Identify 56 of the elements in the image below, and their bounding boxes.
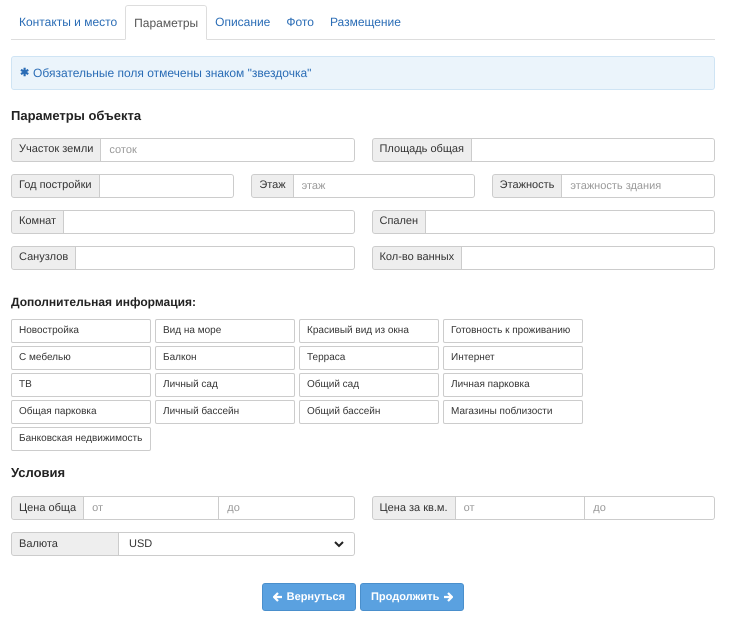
field-label: Участок земли (11, 138, 102, 162)
input-field[interactable]: этаж (294, 174, 475, 198)
input-field[interactable]: этажность здания (562, 174, 715, 198)
field-label: Цена за кв.м. (372, 496, 456, 520)
section-heading: Параметры объекта (11, 107, 142, 125)
input-field[interactable]: соток (101, 138, 354, 162)
option-toggle[interactable]: Личная парковка (443, 372, 583, 396)
input-field[interactable] (426, 210, 715, 234)
input-field[interactable]: от (456, 496, 586, 520)
option-toggle[interactable]: Общая парковка (11, 400, 151, 424)
option-toggle[interactable]: Банковская недвижимость (11, 426, 151, 450)
option-toggle[interactable]: Новостройка (11, 318, 151, 342)
input-field[interactable]: до (585, 496, 715, 520)
option-toggle[interactable]: Терраса (299, 346, 439, 370)
option-toggle[interactable]: Вид на море (155, 318, 295, 342)
option-toggle[interactable]: С мебелью (11, 346, 151, 370)
option-toggle[interactable]: Личный бассейн (155, 400, 295, 424)
input-field[interactable] (76, 246, 354, 270)
field-label: Площадь общая (372, 138, 472, 162)
field-label: Комнат (11, 210, 64, 234)
option-toggle[interactable]: Общий сад (299, 372, 439, 396)
notice-text: Обязательные поля отмечены знаком "звездочка" (33, 65, 312, 82)
section-heading: Дополнительная информация: (11, 294, 197, 310)
currency-select[interactable]: USD (119, 532, 354, 556)
option-toggle[interactable]: Красивый вид из окна (299, 318, 439, 342)
arrow-right-icon (443, 592, 454, 602)
arrow-left-icon (272, 592, 283, 602)
field-label: Этаж (251, 174, 294, 198)
option-toggle[interactable]: Личный сад (155, 372, 295, 396)
input-field[interactable] (472, 138, 715, 162)
field-label: Год постройки (11, 174, 100, 198)
asterisk-icon: ✱ (20, 64, 29, 82)
section-heading: Условия (11, 464, 66, 482)
field-label: Кол-во ванных (372, 246, 462, 270)
field-label: Спален (372, 210, 426, 234)
input-field[interactable] (64, 210, 354, 234)
tab[interactable]: Параметры (125, 5, 208, 40)
tab[interactable]: Фото (278, 4, 322, 39)
input-field[interactable]: до (219, 496, 354, 520)
option-toggle[interactable]: Общий бассейн (299, 400, 439, 424)
option-toggle[interactable]: Балкон (155, 346, 295, 370)
chevron-down-icon (334, 540, 344, 548)
tab[interactable]: Описание (207, 4, 278, 39)
input-field[interactable] (462, 246, 715, 270)
tab[interactable]: Размещение (322, 4, 409, 39)
tab[interactable]: Контакты и место (11, 4, 126, 39)
input-field[interactable]: от (84, 496, 220, 520)
option-toggle[interactable]: Готовность к проживанию (443, 318, 583, 342)
input-field[interactable] (100, 174, 234, 198)
field-label: Цена обща (11, 496, 84, 520)
field-label: Валюта (11, 532, 119, 556)
option-toggle[interactable]: ТВ (11, 372, 151, 396)
field-label: Санузлов (11, 246, 76, 270)
option-toggle[interactable]: Магазины поблизости (443, 400, 583, 424)
field-label: Этажность (492, 174, 562, 198)
option-toggle[interactable]: Интернет (443, 346, 583, 370)
